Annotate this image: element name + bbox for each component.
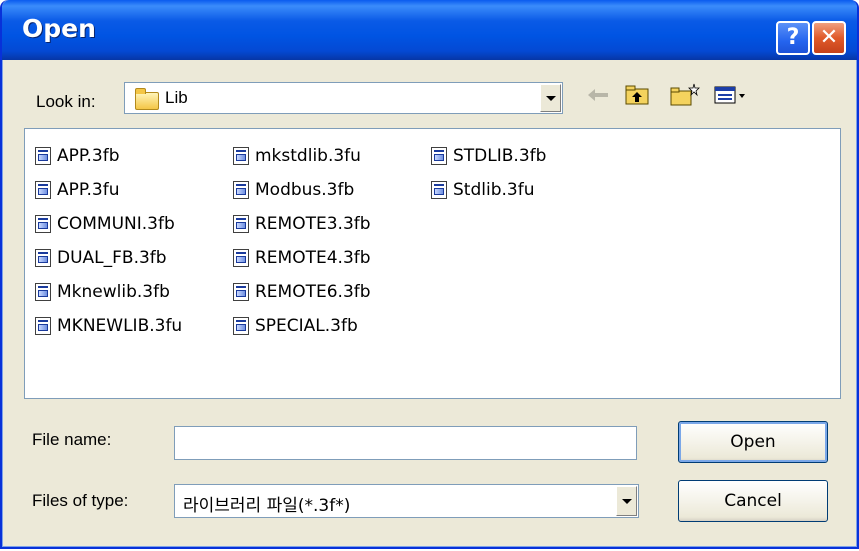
files-of-type-label: Files of type: [32,491,129,510]
files-of-type-value: 라이브러리 파일(*.3f*) [183,496,351,516]
view-menu-icon[interactable] [714,84,748,106]
file-item[interactable]: MKNEWLIB.3fu [35,309,182,343]
title-bar[interactable]: Open ? ✕ [2,0,857,60]
file-item[interactable]: DUAL_FB.3fb [35,241,182,275]
file-name-input[interactable] [174,426,637,460]
file-column-3: STDLIB.3fb Stdlib.3fu [431,139,546,207]
files-of-type-combo[interactable]: 라이브러리 파일(*.3f*) [174,484,639,518]
file-item[interactable]: mkstdlib.3fu [233,139,371,173]
file-name: REMOTE3.3fb [255,214,371,234]
file-item[interactable]: STDLIB.3fb [431,139,546,173]
file-column-2: mkstdlib.3fu Modbus.3fb REMOTE3.3fb REMOTE4… [233,139,371,343]
file-icon [431,181,447,199]
file-name: REMOTE4.3fb [255,248,371,268]
file-name: APP.3fu [57,180,120,200]
file-icon [35,249,51,267]
chevron-down-icon [545,95,556,101]
file-item[interactable]: REMOTE4.3fb [233,241,371,275]
folder-icon [135,88,159,110]
file-icon [35,317,51,335]
close-button[interactable]: ✕ [812,21,846,55]
file-name: COMMUNI.3fb [57,214,175,234]
open-dialog: Open ? ✕ Look in: Lib APP.3fb APP.3fu COMM… [0,0,859,549]
cancel-button[interactable]: Cancel [678,480,828,522]
file-item[interactable]: Stdlib.3fu [431,173,546,207]
look-in-dropdown-arrow[interactable] [540,84,561,112]
file-item[interactable]: APP.3fb [35,139,182,173]
file-icon [233,283,249,301]
file-name: mkstdlib.3fu [255,146,361,166]
file-name: REMOTE6.3fb [255,282,371,302]
look-in-label: Look in: [36,92,96,111]
file-name: Modbus.3fb [255,180,355,200]
back-arrow-icon[interactable] [586,84,610,106]
file-name: DUAL_FB.3fb [57,248,167,268]
file-item[interactable]: REMOTE3.3fb [233,207,371,241]
file-icon [233,147,249,165]
files-of-type-dropdown-arrow[interactable] [616,486,637,516]
up-folder-icon[interactable] [624,84,650,106]
help-button[interactable]: ? [776,21,810,55]
file-name: APP.3fb [57,146,120,166]
look-in-combo[interactable]: Lib [124,82,563,114]
file-list[interactable]: APP.3fb APP.3fu COMMUNI.3fb DUAL_FB.3fb Mkne… [24,128,841,399]
file-icon [233,249,249,267]
file-icon [233,181,249,199]
file-icon [431,147,447,165]
file-icon [233,317,249,335]
file-icon [35,283,51,301]
file-name: Mknewlib.3fb [57,282,170,302]
file-name: MKNEWLIB.3fu [57,316,183,336]
file-item[interactable]: SPECIAL.3fb [233,309,371,343]
look-in-value: Lib [165,88,188,107]
file-name: SPECIAL.3fb [255,316,358,336]
open-button[interactable]: Open [678,421,828,463]
file-icon [35,147,51,165]
file-icon [35,181,51,199]
file-name: STDLIB.3fb [453,146,547,166]
file-icon [233,215,249,233]
file-column-1: APP.3fb APP.3fu COMMUNI.3fb DUAL_FB.3fb Mkne… [35,139,182,343]
file-name: Stdlib.3fu [453,180,535,200]
file-icon [35,215,51,233]
chevron-down-icon [621,498,632,504]
file-item[interactable]: COMMUNI.3fb [35,207,182,241]
file-item[interactable]: REMOTE6.3fb [233,275,371,309]
file-item[interactable]: APP.3fu [35,173,182,207]
new-folder-icon[interactable] [670,83,700,106]
file-item[interactable]: Mknewlib.3fb [35,275,182,309]
window-title: Open [22,14,96,43]
file-name-label: File name: [32,430,112,449]
file-item[interactable]: Modbus.3fb [233,173,371,207]
